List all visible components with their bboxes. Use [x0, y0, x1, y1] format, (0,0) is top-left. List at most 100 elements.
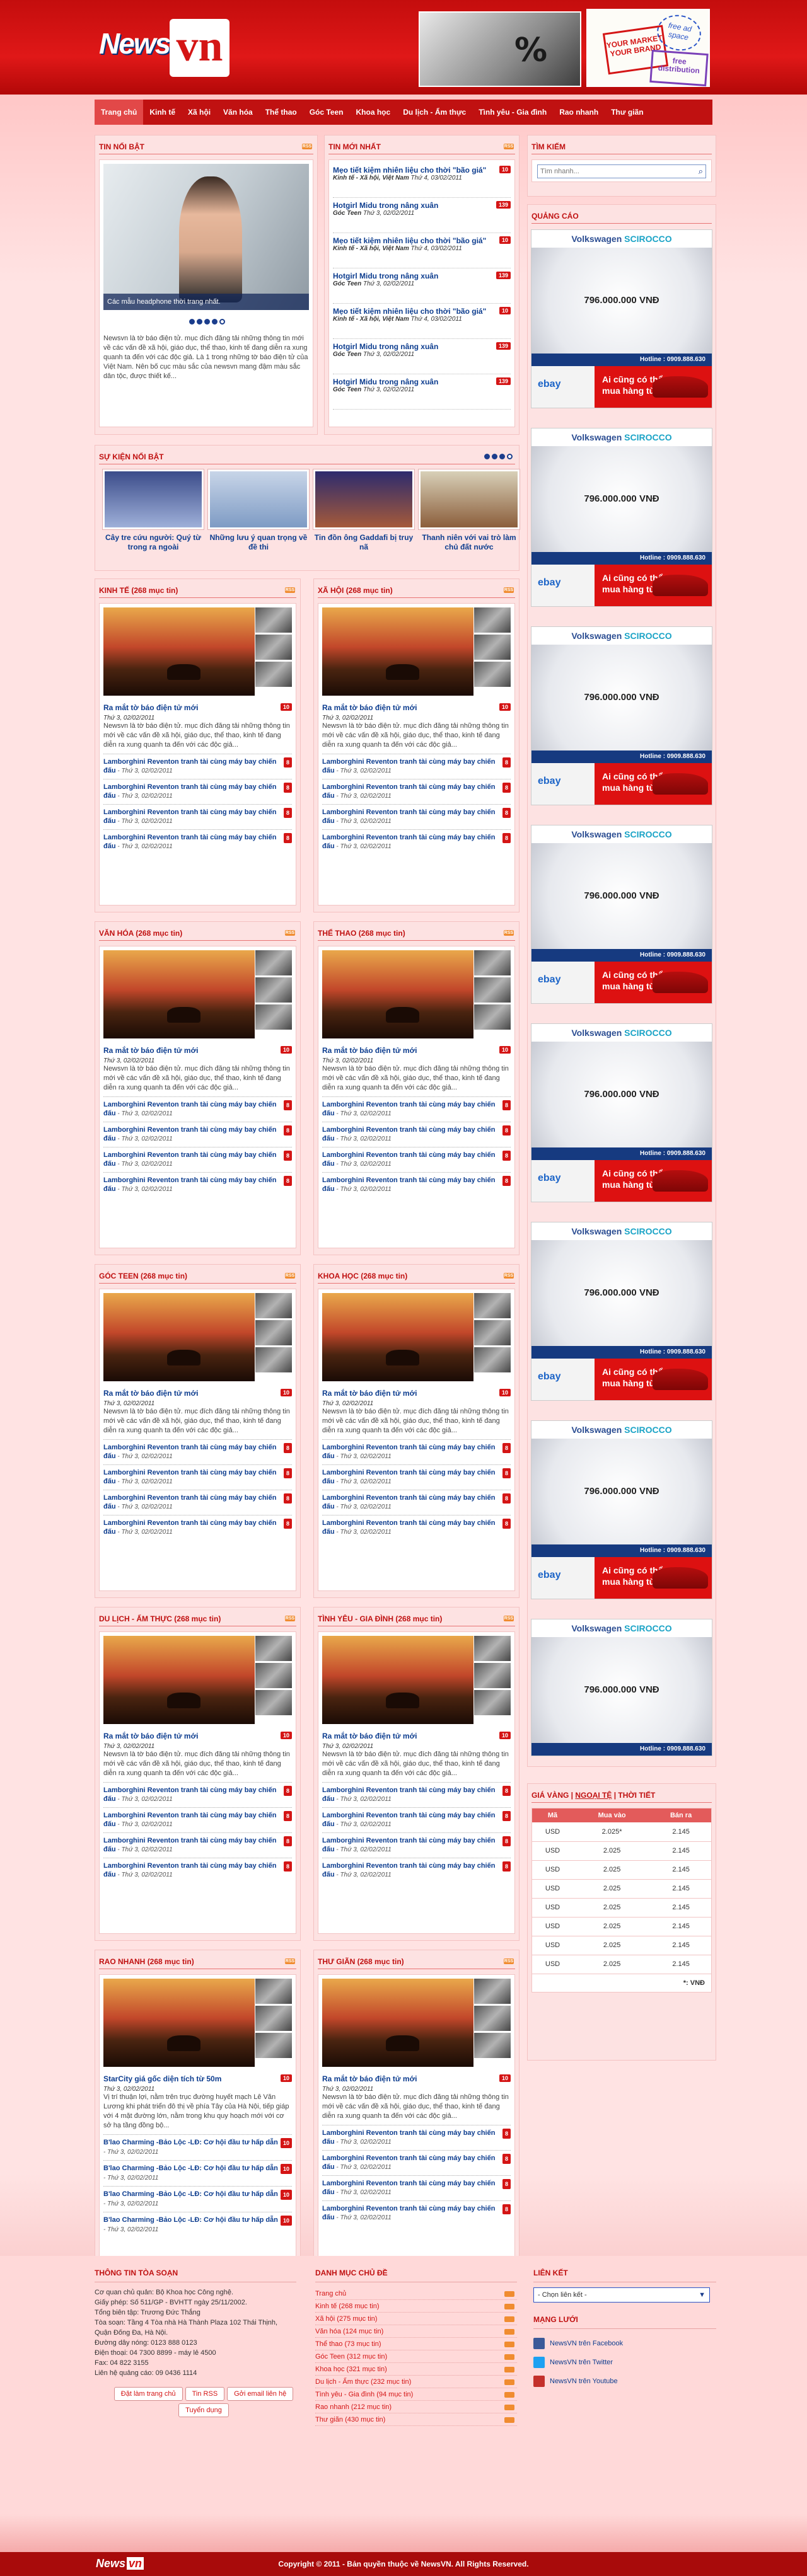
search-input[interactable]: [538, 165, 695, 178]
rss-icon[interactable]: RSS: [504, 1273, 514, 1279]
section-title[interactable]: XÃ HỘI (268 mục tin) RSS: [318, 583, 515, 598]
thumbnail[interactable]: [474, 950, 511, 975]
related-item[interactable]: 8 Lamborghini Reventon tranh tài cùng máy…: [322, 1858, 511, 1883]
section-lead-title[interactable]: Ra mắt tờ báo điện tử mới: [322, 1389, 417, 1398]
ebay-ad[interactable]: ebay Ai cũng có thể mua hàng từ Mỹ: [531, 1160, 712, 1202]
nav-item[interactable]: Thư giãn: [605, 100, 649, 125]
social-link[interactable]: NewsVN trên Youtube: [533, 2372, 716, 2391]
footer-cat-link[interactable]: Du lịch - Ẩm thực (232 mục tin): [315, 2376, 517, 2388]
latest-item[interactable]: 139 Hotgirl Midu trong nâng xuân Góc Teen …: [333, 268, 511, 304]
thumbnail[interactable]: [474, 1320, 511, 1345]
thumbnail[interactable]: [474, 607, 511, 633]
latest-item-title[interactable]: Mẹo tiết kiệm nhiên liệu cho thời "bão g…: [333, 236, 491, 245]
rss-icon[interactable]: [504, 2354, 514, 2360]
slider-dot[interactable]: [212, 319, 218, 325]
section-lead-title[interactable]: Ra mắt tờ báo điện tử mới: [103, 1732, 198, 1740]
related-item[interactable]: 8 Lamborghini Reventon tranh tài cùng máy…: [322, 2150, 511, 2175]
thumbnail[interactable]: [255, 1004, 292, 1030]
thumbnail[interactable]: [255, 1979, 292, 2004]
section-title[interactable]: GÓC TEEN (268 mục tin) RSS: [99, 1268, 296, 1284]
thumbnail[interactable]: [474, 635, 511, 660]
related-item[interactable]: 8 Lamborghini Reventon tranh tài cùng máy…: [322, 804, 511, 829]
footer-logo[interactable]: News vn: [96, 2557, 144, 2570]
section-title[interactable]: RAO NHANH (268 mục tin) RSS: [99, 1954, 296, 1969]
footer-cat-link[interactable]: Trang chủ: [315, 2287, 517, 2300]
rss-icon[interactable]: RSS: [504, 1616, 514, 1621]
thumbnail[interactable]: [255, 1347, 292, 1372]
event-image[interactable]: [103, 469, 204, 529]
related-item[interactable]: 8 Lamborghini Reventon tranh tài cùng máy…: [322, 779, 511, 804]
thumbnail[interactable]: [474, 1636, 511, 1661]
thumbnail[interactable]: [474, 1004, 511, 1030]
slider-dot[interactable]: [189, 319, 195, 325]
event-item[interactable]: Tin đồn ông Gaddafi bị truy nã: [313, 469, 414, 552]
related-item[interactable]: 8 Lamborghini Reventon tranh tài cùng máy…: [103, 1515, 292, 1540]
section-image[interactable]: [322, 950, 473, 1038]
ebay-ad[interactable]: ebay Ai cũng có thể mua hàng từ Mỹ: [531, 1359, 712, 1400]
footer-action-button[interactable]: Tin RSS: [185, 2387, 225, 2401]
header-banner-ad[interactable]: %: [419, 11, 581, 87]
latest-item-title[interactable]: Mẹo tiết kiệm nhiên liệu cho thời "bão g…: [333, 307, 491, 316]
rss-icon[interactable]: RSS: [504, 144, 514, 149]
section-lead-title[interactable]: Ra mắt tờ báo điện tử mới: [322, 2074, 417, 2083]
event-item[interactable]: Cây tre cứu người: Quý từ trong ra ngoài: [103, 469, 204, 552]
rss-icon[interactable]: RSS: [285, 587, 295, 593]
car-ad[interactable]: Volkswagen SCIROCCO 796.000.000 VNĐ Hotlin…: [531, 1420, 712, 1599]
related-item[interactable]: 8 Lamborghini Reventon tranh tài cùng máy…: [103, 1096, 292, 1122]
related-item[interactable]: 8 Lamborghini Reventon tranh tài cùng máy…: [322, 754, 511, 779]
tab-weather[interactable]: THỜI TIẾT: [618, 1791, 655, 1800]
rss-icon[interactable]: RSS: [285, 1616, 295, 1621]
footer-cat-link[interactable]: Tình yêu - Gia đình (94 mục tin): [315, 2388, 517, 2401]
section-lead-title[interactable]: Ra mắt tờ báo điện tử mới: [103, 703, 198, 712]
rss-icon[interactable]: RSS: [504, 930, 514, 936]
thumbnail[interactable]: [474, 2033, 511, 2058]
latest-item-title[interactable]: Mẹo tiết kiệm nhiên liệu cho thời "bão g…: [333, 166, 491, 175]
rss-icon[interactable]: [504, 2367, 514, 2372]
nav-item[interactable]: Kinh tế: [143, 100, 182, 125]
latest-item-title[interactable]: Hotgirl Midu trong nâng xuân: [333, 377, 491, 386]
thumbnail[interactable]: [474, 1347, 511, 1372]
latest-item[interactable]: 139 Hotgirl Midu trong nâng xuân Góc Teen …: [333, 339, 511, 374]
latest-item-title[interactable]: Hotgirl Midu trong nâng xuân: [333, 201, 491, 210]
related-item[interactable]: 8 Lamborghini Reventon tranh tài cùng máy…: [322, 1172, 511, 1197]
related-title[interactable]: B'lao Charming -Bảo Lộc -LĐ: Cơ hội đầu …: [103, 2165, 278, 2172]
footer-cat-link[interactable]: Khoa học (321 mục tin): [315, 2363, 517, 2376]
thumbnail[interactable]: [255, 1293, 292, 1318]
section-title[interactable]: KHOA HỌC (268 mục tin) RSS: [318, 1268, 515, 1284]
site-logo[interactable]: News vn: [98, 19, 229, 79]
car-ad[interactable]: Volkswagen SCIROCCO 796.000.000 VNĐ Hotlin…: [531, 1023, 712, 1202]
rss-icon[interactable]: [504, 2417, 514, 2423]
section-title[interactable]: KINH TẾ (268 mục tin) RSS: [99, 583, 296, 598]
event-caption[interactable]: Tin đồn ông Gaddafi bị truy nã: [313, 533, 414, 552]
thumbnail[interactable]: [474, 1979, 511, 2004]
search-icon[interactable]: ⌕: [699, 166, 703, 176]
related-item[interactable]: 8 Lamborghini Reventon tranh tài cùng máy…: [103, 1439, 292, 1464]
tab-currency[interactable]: NGOẠI TỆ: [575, 1791, 612, 1800]
car-ad[interactable]: Volkswagen SCIROCCO 796.000.000 VNĐ Hotlin…: [531, 1619, 712, 1756]
footer-action-button[interactable]: Tuyển dụng: [178, 2403, 229, 2417]
related-item[interactable]: 8 Lamborghini Reventon tranh tài cùng máy…: [322, 2200, 511, 2226]
related-title[interactable]: B'lao Charming -Bảo Lộc -LĐ: Cơ hội đầu …: [103, 2190, 278, 2198]
nav-item[interactable]: Tình yêu - Gia đình: [472, 100, 553, 125]
rss-icon[interactable]: RSS: [285, 1273, 295, 1279]
section-image[interactable]: [103, 1293, 255, 1381]
slider-dot[interactable]: [204, 319, 210, 325]
link-select[interactable]: - Chọn liên kết - ▼: [533, 2287, 710, 2303]
nav-item[interactable]: Thể thao: [259, 100, 303, 125]
ebay-ad[interactable]: ebay Ai cũng có thể mua hàng từ Mỹ: [531, 763, 712, 805]
event-item[interactable]: Những lưu ý quan trọng về đề thi: [208, 469, 309, 552]
related-item[interactable]: 8 Lamborghini Reventon tranh tài cùng máy…: [322, 1464, 511, 1490]
rss-icon[interactable]: RSS: [504, 1958, 514, 1964]
social-link[interactable]: NewsVN trên Twitter: [533, 2353, 716, 2372]
latest-item[interactable]: 139 Hotgirl Midu trong nâng xuân Góc Teen …: [333, 374, 511, 410]
ebay-ad[interactable]: ebay Ai cũng có thể mua hàng từ Mỹ: [531, 366, 712, 408]
thumbnail[interactable]: [255, 607, 292, 633]
rss-icon[interactable]: [504, 2342, 514, 2347]
featured-caption[interactable]: Các mẫu headphone thời trang nhất.: [103, 294, 309, 310]
section-image[interactable]: [103, 607, 255, 696]
rss-icon[interactable]: [504, 2316, 514, 2322]
rss-icon[interactable]: RSS: [285, 1958, 295, 1964]
related-item[interactable]: 8 Lamborghini Reventon tranh tài cùng máy…: [103, 1832, 292, 1858]
section-lead-title[interactable]: Ra mắt tờ báo điện tử mới: [103, 1046, 198, 1055]
nav-item[interactable]: Trang chủ: [95, 100, 144, 125]
